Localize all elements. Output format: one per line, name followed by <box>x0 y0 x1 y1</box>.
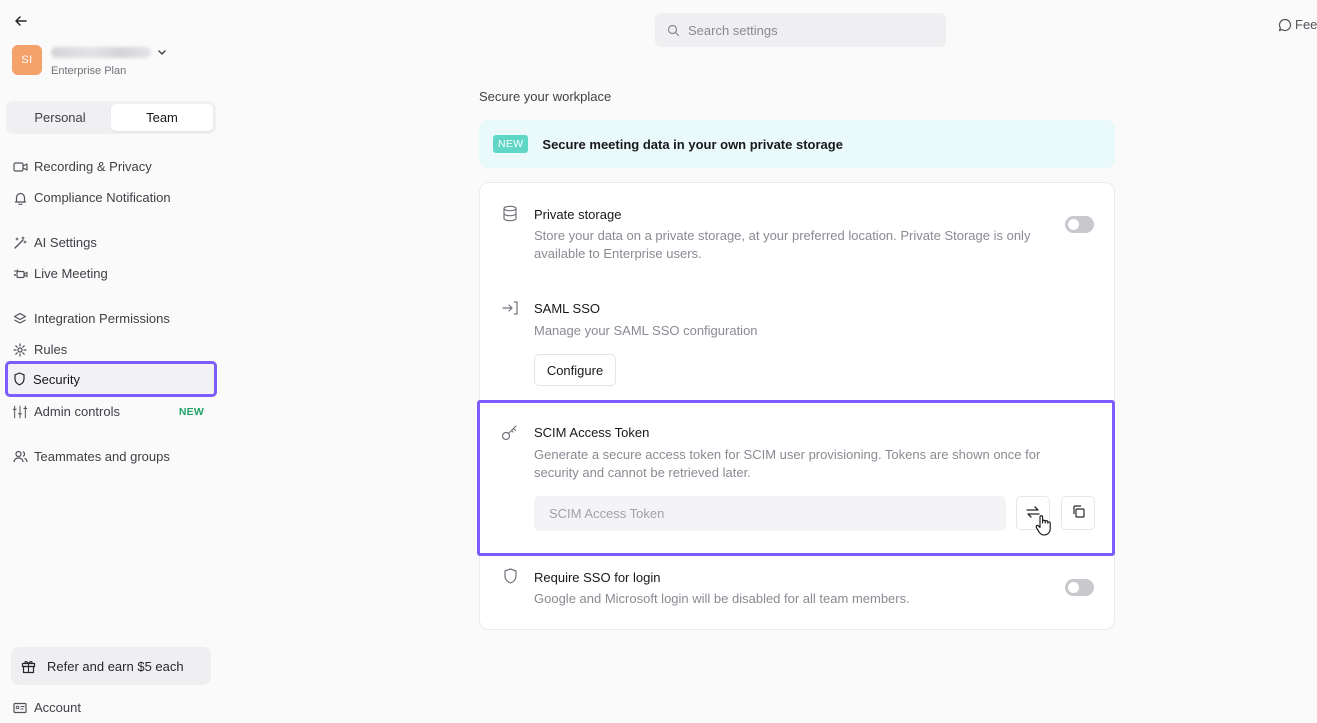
rules-gear-icon <box>12 342 28 358</box>
database-icon <box>501 204 519 222</box>
private-storage-toggle[interactable] <box>1065 216 1094 233</box>
scim-description-line2: security and cannot be retrieved later. <box>534 465 751 480</box>
account-name-redacted <box>51 46 151 58</box>
sidebar-item-ai-settings[interactable]: AI Settings <box>6 227 216 258</box>
sidebar-item-security[interactable]: Security <box>5 361 217 397</box>
bell-icon <box>12 190 28 206</box>
live-camera-icon <box>12 266 28 282</box>
video-icon <box>12 159 28 175</box>
layers-icon <box>12 311 28 327</box>
sidebar-item-recording-privacy[interactable]: Recording & Privacy <box>6 151 216 182</box>
banner-text: Secure meeting data in your own private … <box>542 136 843 152</box>
require-sso-description: Google and Microsoft login will be disab… <box>534 591 910 606</box>
chevron-down-icon[interactable] <box>157 47 167 57</box>
plan-label: Enterprise Plan <box>51 65 127 77</box>
sidebar-item-label: Recording & Privacy <box>34 159 152 174</box>
sidebar-item-admin-controls[interactable]: Admin controls NEW <box>6 396 216 427</box>
sidebar-item-account[interactable]: Account <box>6 692 216 723</box>
new-badge: NEW <box>178 405 204 418</box>
copy-token-button[interactable] <box>1061 496 1095 530</box>
require-sso-title: Require SSO for login <box>534 570 661 585</box>
sidebar-item-teammates-groups[interactable]: Teammates and groups <box>6 441 216 472</box>
private-storage-banner[interactable]: NEW Secure meeting data in your own priv… <box>479 120 1115 168</box>
scim-token-field[interactable] <box>534 496 1006 531</box>
refer-label: Refer and earn $5 each <box>47 658 184 674</box>
search-icon <box>667 23 681 37</box>
sidebar-item-live-meeting[interactable]: Live Meeting <box>6 258 216 289</box>
tab-team[interactable]: Team <box>111 104 213 131</box>
scope-tabs: Personal Team <box>6 101 216 134</box>
section-title: Secure your workplace <box>479 89 612 104</box>
search-input[interactable] <box>688 22 928 38</box>
avatar: SI <box>12 45 42 75</box>
new-badge: NEW <box>493 135 529 153</box>
sidebar-item-label: Teammates and groups <box>34 449 170 464</box>
configure-button[interactable]: Configure <box>534 354 616 386</box>
magic-wand-icon <box>12 235 28 251</box>
id-card-icon <box>12 700 28 716</box>
sidebar-item-label: Admin controls <box>34 404 120 419</box>
regenerate-token-button[interactable] <box>1016 496 1050 530</box>
shield-icon <box>11 371 27 387</box>
sidebar-item-compliance-notification[interactable]: Compliance Notification <box>6 182 216 213</box>
toggle-knob <box>1068 219 1079 230</box>
scim-description-line1: Generate a secure access token for SCIM … <box>534 447 1041 462</box>
users-icon <box>12 449 28 465</box>
require-sso-toggle[interactable] <box>1065 579 1094 596</box>
search-bar[interactable] <box>655 13 946 47</box>
refer-earn-button[interactable]: Refer and earn $5 each <box>11 647 211 685</box>
sidebar-item-label: Live Meeting <box>34 266 108 281</box>
sidebar-item-label: Security <box>33 371 80 387</box>
shield-icon <box>501 567 519 585</box>
sidebar-item-label: Rules <box>34 342 68 357</box>
account-switcher[interactable]: SI Enterprise Plan <box>12 45 167 77</box>
gift-icon <box>21 658 37 674</box>
chat-bubble-icon <box>1278 18 1292 32</box>
private-storage-description-line1: Store your data on a private storage, at… <box>534 228 1031 243</box>
sidebar-item-label: Integration Permissions <box>34 311 170 326</box>
sidebar-item-label: Account <box>34 700 81 715</box>
key-icon <box>501 424 519 442</box>
feedback-button[interactable]: Fee <box>1278 17 1317 32</box>
saml-sso-title: SAML SSO <box>534 301 600 316</box>
private-storage-title: Private storage <box>534 207 622 222</box>
copy-icon <box>1071 504 1086 522</box>
sidebar-item-label: AI Settings <box>34 235 97 250</box>
private-storage-description-line2: available to Enterprise users. <box>534 246 702 261</box>
sign-in-icon <box>501 299 519 317</box>
sidebar-item-label: Compliance Notification <box>34 190 171 205</box>
toggle-knob <box>1068 582 1079 593</box>
sidebar-item-integration-permissions[interactable]: Integration Permissions <box>6 303 216 334</box>
tab-personal[interactable]: Personal <box>9 104 111 131</box>
refresh-arrows-icon <box>1025 504 1041 523</box>
feedback-label: Fee <box>1295 17 1317 32</box>
saml-sso-description: Manage your SAML SSO configuration <box>534 323 758 338</box>
scim-title: SCIM Access Token <box>534 425 650 440</box>
back-arrow-icon[interactable] <box>10 10 32 32</box>
sidebar: SI Enterprise Plan Personal Team Recordi… <box>0 0 222 723</box>
sliders-icon <box>12 404 28 420</box>
